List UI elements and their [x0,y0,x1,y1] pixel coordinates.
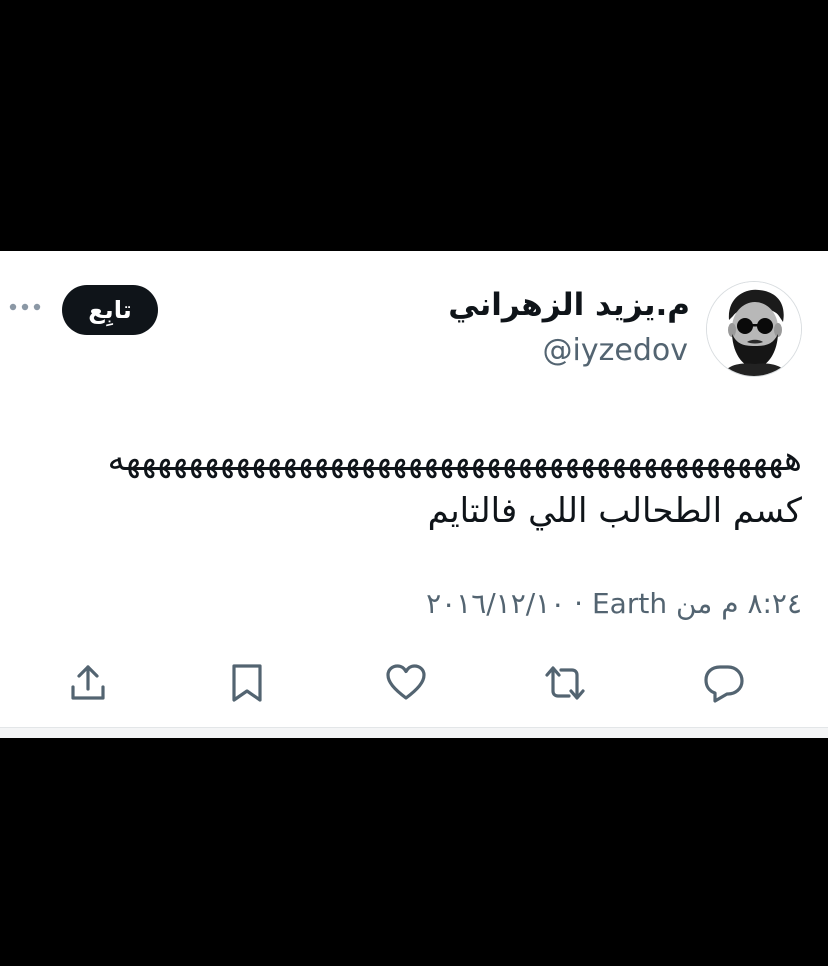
tweet-text-line-1: هههههههههههههههههههههههههههههههههههههههه… [107,439,802,479]
retweet-icon[interactable] [543,661,587,705]
divider [0,727,828,738]
tweet-text: هههههههههههههههههههههههههههههههههههههههه… [26,433,802,537]
avatar-image [707,282,801,376]
bookmark-icon[interactable] [225,661,269,705]
heart-icon[interactable] [384,661,428,705]
more-horizontal-icon[interactable] [8,299,42,313]
follow-button[interactable]: تابِع [62,285,158,335]
user-handle[interactable]: @iyzedov [543,333,688,368]
follow-button-label: تابِع [88,296,132,324]
tweet-meta[interactable]: ٨:٢٤ م من Earth · ٢٠١٦/١٢/١٠ [426,587,802,620]
tweet-text-line-2: كسم الطحالب اللي فالتايم [427,491,802,531]
share-icon[interactable] [66,661,110,705]
reply-icon[interactable] [702,661,746,705]
action-bar [0,661,828,711]
avatar[interactable] [706,281,802,377]
tweet-card: م.يزيد الزهراني @iyzedov تابِع ههههههههه… [0,251,828,727]
display-name[interactable]: م.يزيد الزهراني [448,287,690,323]
